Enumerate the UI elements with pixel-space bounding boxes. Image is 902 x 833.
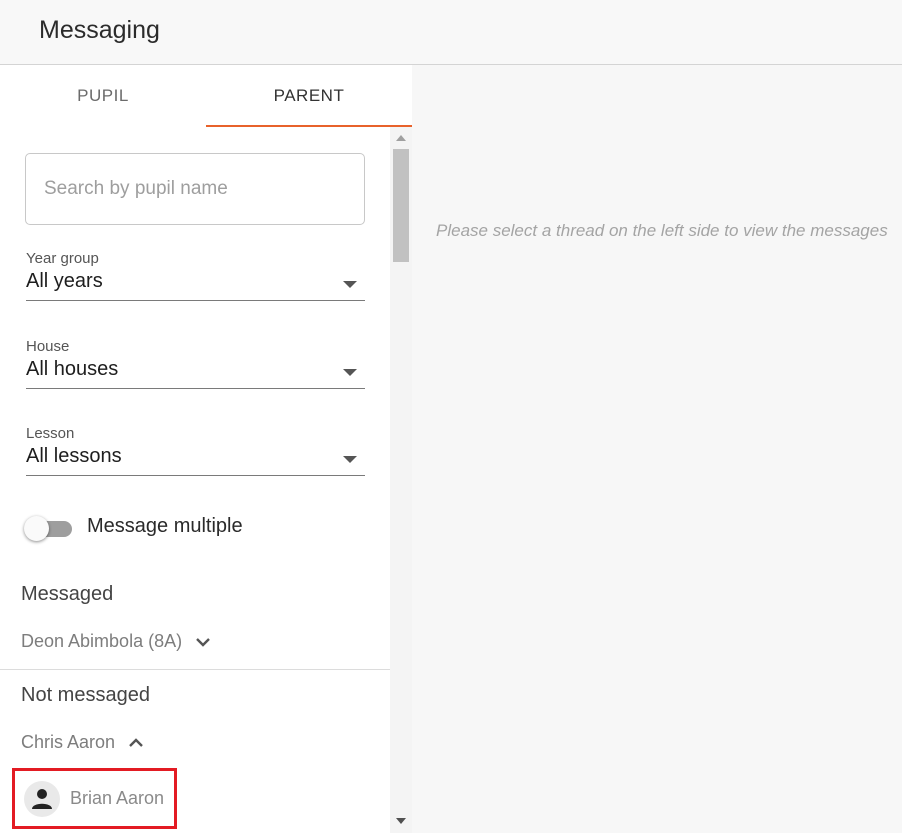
dropdown-arrow-icon bbox=[343, 369, 357, 376]
select-underline bbox=[26, 300, 365, 301]
message-view-panel: Please select a thread on the left side … bbox=[412, 65, 902, 833]
not-messaged-heading: Not messaged bbox=[21, 684, 150, 706]
empty-state-message: Please select a thread on the left side … bbox=[436, 221, 888, 240]
page-title: Messaging bbox=[39, 16, 160, 44]
search-field[interactable] bbox=[25, 153, 365, 225]
message-multiple-toggle[interactable] bbox=[24, 516, 72, 542]
search-input[interactable] bbox=[44, 174, 344, 204]
thread-group-label: Chris Aaron bbox=[21, 732, 116, 752]
dropdown-arrow-icon bbox=[343, 456, 357, 463]
select-underline bbox=[26, 388, 365, 389]
lesson-value: All lessons bbox=[26, 445, 122, 467]
tab-parent[interactable]: PARENT bbox=[206, 65, 412, 127]
lesson-label: Lesson bbox=[26, 425, 75, 442]
year-group-value: All years bbox=[26, 270, 103, 292]
thread-list-panel: PUPIL PARENT Year group All years House … bbox=[0, 65, 412, 833]
chevron-down-icon bbox=[196, 638, 210, 647]
thread-group-label: Deon Abimbola (8A) bbox=[21, 631, 183, 651]
scroll-thumb[interactable] bbox=[393, 149, 409, 262]
thread-list-scrollbar[interactable] bbox=[390, 127, 412, 833]
thread-group-chris-aaron[interactable]: Chris Aaron bbox=[21, 732, 144, 753]
person-icon bbox=[32, 789, 52, 809]
scroll-up-arrow-icon[interactable] bbox=[396, 135, 406, 141]
scroll-down-arrow-icon[interactable] bbox=[396, 818, 406, 824]
app-header: Messaging bbox=[0, 0, 902, 65]
dropdown-arrow-icon bbox=[343, 281, 357, 288]
messaged-heading: Messaged bbox=[21, 583, 114, 605]
message-multiple-label: Message multiple bbox=[87, 515, 243, 537]
lesson-select[interactable]: Lesson All lessons bbox=[26, 425, 365, 485]
toggle-knob bbox=[24, 516, 49, 541]
thread-group-deon-abimbola[interactable]: Deon Abimbola (8A) bbox=[21, 631, 211, 652]
section-divider bbox=[0, 669, 390, 670]
chevron-up-icon bbox=[129, 738, 143, 748]
house-label: House bbox=[26, 338, 70, 355]
contact-brian-aaron[interactable]: Brian Aaron bbox=[12, 768, 177, 829]
tab-pupil[interactable]: PUPIL bbox=[0, 65, 206, 127]
filter-and-thread-list: Year group All years House All houses Le… bbox=[0, 127, 390, 833]
house-select[interactable]: House All houses bbox=[26, 338, 365, 398]
house-value: All houses bbox=[26, 358, 119, 380]
year-group-label: Year group bbox=[26, 250, 99, 267]
year-group-select[interactable]: Year group All years bbox=[26, 250, 365, 310]
tab-bar: PUPIL PARENT bbox=[0, 65, 412, 127]
contact-name: Brian Aaron bbox=[70, 788, 165, 808]
avatar bbox=[24, 781, 60, 817]
select-underline bbox=[26, 475, 365, 476]
